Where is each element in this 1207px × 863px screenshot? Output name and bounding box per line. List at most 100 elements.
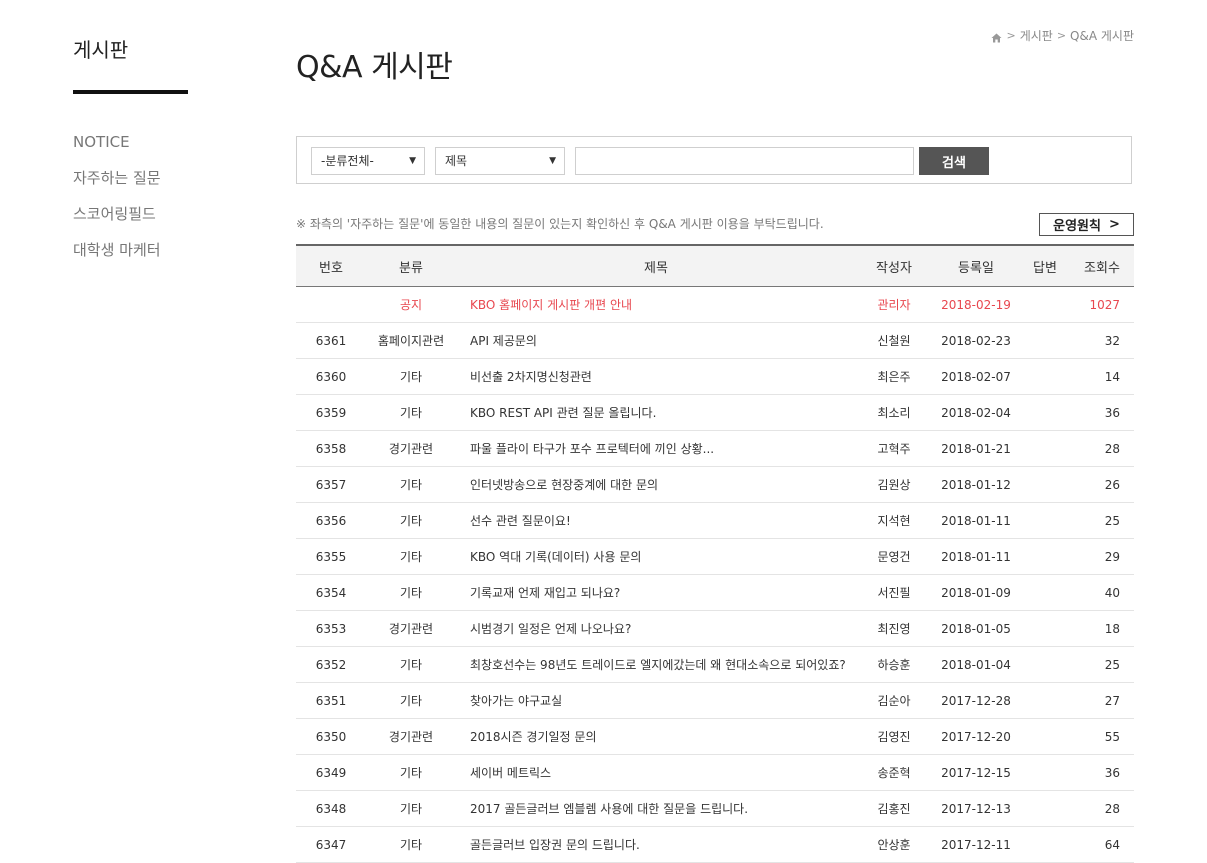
cell-no: 6351 xyxy=(296,682,366,719)
breadcrumb-item-board[interactable]: 게시판 xyxy=(1020,27,1053,44)
cell-title[interactable]: KBO 홈페이지 게시판 개편 안내 xyxy=(456,286,856,323)
cell-answer xyxy=(1020,790,1070,827)
cell-title[interactable]: 2017 골든글러브 엠블렘 사용에 대한 질문을 드립니다. xyxy=(456,790,856,827)
cell-title[interactable]: 찾아가는 야구교실 xyxy=(456,682,856,719)
operating-rules-button[interactable]: 운영원칙 > xyxy=(1039,213,1134,236)
cell-date: 2018-02-07 xyxy=(932,358,1020,395)
cell-answer xyxy=(1020,358,1070,395)
cell-author: 하승훈 xyxy=(856,646,932,683)
cell-title[interactable]: 비선출 2차지명신청관련 xyxy=(456,358,856,395)
cell-answer xyxy=(1020,502,1070,539)
cell-no: 6360 xyxy=(296,358,366,395)
column-header-author: 작성자 xyxy=(856,244,932,287)
category-select[interactable]: -분류전체- ▼ xyxy=(311,147,425,175)
qna-board-table: 번호 분류 제목 작성자 등록일 답변 조회수 공지 KBO 홈페이지 게시판 개… xyxy=(296,244,1134,863)
cell-author: 안상훈 xyxy=(856,826,932,863)
search-button[interactable]: 검색 xyxy=(919,147,989,175)
chevron-down-icon: ▼ xyxy=(549,156,556,166)
cell-date: 2018-02-04 xyxy=(932,394,1020,431)
table-row: 6358 경기관련 파울 플라이 타구가 포수 프로텍터에 끼인 상황... 고혁주 2… xyxy=(296,430,1134,467)
cell-views: 27 xyxy=(1070,682,1134,719)
cell-author: 서진필 xyxy=(856,574,932,611)
table-row: 6352 기타 최창호선수는 98년도 트레이드로 엘지에갔는데 왜 현대소속으로 … xyxy=(296,646,1134,683)
page-title: Q&A 게시판 xyxy=(296,50,453,85)
cell-no: 6359 xyxy=(296,394,366,431)
cell-date: 2017-12-20 xyxy=(932,718,1020,755)
table-row: 6353 경기관련 시범경기 일정은 언제 나오나요? 최진영 2018-01-05 18 xyxy=(296,610,1134,647)
cell-views: 26 xyxy=(1070,466,1134,503)
sidebar-item-faq[interactable]: 자주하는 질문 xyxy=(73,160,188,196)
cell-date: 2017-12-11 xyxy=(932,826,1020,863)
cell-date: 2017-12-15 xyxy=(932,754,1020,791)
category-select-value: -분류전체- xyxy=(321,154,374,168)
home-icon[interactable] xyxy=(991,32,1002,42)
table-row: 6350 경기관련 2018시즌 경기일정 문의 김영진 2017-12-20 55 xyxy=(296,718,1134,755)
cell-category: 기타 xyxy=(366,682,456,719)
notice-row: 공지 KBO 홈페이지 게시판 개편 안내 관리자 2018-02-19 1027 xyxy=(296,286,1134,323)
cell-author: 김홍진 xyxy=(856,790,932,827)
sidebar-title: 게시판 xyxy=(73,36,188,94)
cell-date: 2018-01-09 xyxy=(932,574,1020,611)
cell-category: 기타 xyxy=(366,358,456,395)
cell-title[interactable]: 골든글러브 입장권 문의 드립니다. xyxy=(456,826,856,863)
cell-title[interactable]: KBO REST API 관련 질문 올립니다. xyxy=(456,394,856,431)
cell-category: 경기관련 xyxy=(366,610,456,647)
cell-answer xyxy=(1020,466,1070,503)
cell-date: 2018-01-04 xyxy=(932,646,1020,683)
search-field-select[interactable]: 제목 ▼ xyxy=(435,147,565,175)
cell-author: 관리자 xyxy=(856,286,932,323)
sidebar-item-notice[interactable]: NOTICE xyxy=(73,124,188,160)
search-box: -분류전체- ▼ 제목 ▼ 검색 xyxy=(296,136,1132,184)
cell-date: 2017-12-28 xyxy=(932,682,1020,719)
cell-author: 최소리 xyxy=(856,394,932,431)
sidebar: 게시판 NOTICE 자주하는 질문 스코어링필드 대학생 마케터 xyxy=(73,36,188,268)
cell-no: 6361 xyxy=(296,322,366,359)
cell-views: 36 xyxy=(1070,394,1134,431)
cell-title[interactable]: 기록교재 언제 재입고 되나요? xyxy=(456,574,856,611)
cell-title[interactable]: 세이버 메트릭스 xyxy=(456,754,856,791)
cell-views: 32 xyxy=(1070,322,1134,359)
cell-answer xyxy=(1020,574,1070,611)
cell-date: 2018-01-11 xyxy=(932,502,1020,539)
cell-no: 6357 xyxy=(296,466,366,503)
cell-title[interactable]: 인터넷방송으로 현장중계에 대한 문의 xyxy=(456,466,856,503)
search-field-select-value: 제목 xyxy=(445,154,468,168)
cell-title[interactable]: 최창호선수는 98년도 트레이드로 엘지에갔는데 왜 현대소속으로 되어있죠? xyxy=(456,646,856,683)
cell-category: 기타 xyxy=(366,466,456,503)
cell-no: 6353 xyxy=(296,610,366,647)
operating-rules-label: 운영원칙 xyxy=(1053,219,1101,234)
table-row: 6354 기타 기록교재 언제 재입고 되나요? 서진필 2018-01-09 40 xyxy=(296,574,1134,611)
cell-views: 18 xyxy=(1070,610,1134,647)
breadcrumb-item-qna[interactable]: Q&A 게시판 xyxy=(1070,27,1134,44)
cell-no xyxy=(296,286,366,323)
cell-answer xyxy=(1020,322,1070,359)
table-row: 6360 기타 비선출 2차지명신청관련 최은주 2018-02-07 14 xyxy=(296,358,1134,395)
cell-no: 6356 xyxy=(296,502,366,539)
cell-title[interactable]: 2018시즌 경기일정 문의 xyxy=(456,718,856,755)
sidebar-item-scoring-field[interactable]: 스코어링필드 xyxy=(73,196,188,232)
cell-author: 지석현 xyxy=(856,502,932,539)
table-row: 6359 기타 KBO REST API 관련 질문 올립니다. 최소리 2018-02… xyxy=(296,394,1134,431)
table-row: 6357 기타 인터넷방송으로 현장중계에 대한 문의 김원상 2018-01-12 26 xyxy=(296,466,1134,503)
cell-title[interactable]: 선수 관련 질문이요! xyxy=(456,502,856,539)
cell-no: 6358 xyxy=(296,430,366,467)
cell-title[interactable]: 시범경기 일정은 언제 나오나요? xyxy=(456,610,856,647)
column-header-views: 조회수 xyxy=(1070,244,1134,287)
cell-category: 기타 xyxy=(366,502,456,539)
cell-date: 2018-02-19 xyxy=(932,286,1020,323)
table-row: 6347 기타 골든글러브 입장권 문의 드립니다. 안상훈 2017-12-11 64 xyxy=(296,826,1134,863)
cell-title[interactable]: 파울 플라이 타구가 포수 프로텍터에 끼인 상황... xyxy=(456,430,856,467)
cell-no: 6349 xyxy=(296,754,366,791)
cell-author: 문영건 xyxy=(856,538,932,575)
cell-views: 55 xyxy=(1070,718,1134,755)
cell-category: 기타 xyxy=(366,790,456,827)
cell-views: 14 xyxy=(1070,358,1134,395)
cell-no: 6355 xyxy=(296,538,366,575)
cell-title[interactable]: KBO 역대 기록(데이터) 사용 문의 xyxy=(456,538,856,575)
sidebar-item-student-marketer[interactable]: 대학생 마케터 xyxy=(73,232,188,268)
cell-author: 김영진 xyxy=(856,718,932,755)
cell-title[interactable]: API 제공문의 xyxy=(456,322,856,359)
cell-category: 기타 xyxy=(366,646,456,683)
cell-author: 신철원 xyxy=(856,322,932,359)
search-input[interactable] xyxy=(575,147,914,175)
